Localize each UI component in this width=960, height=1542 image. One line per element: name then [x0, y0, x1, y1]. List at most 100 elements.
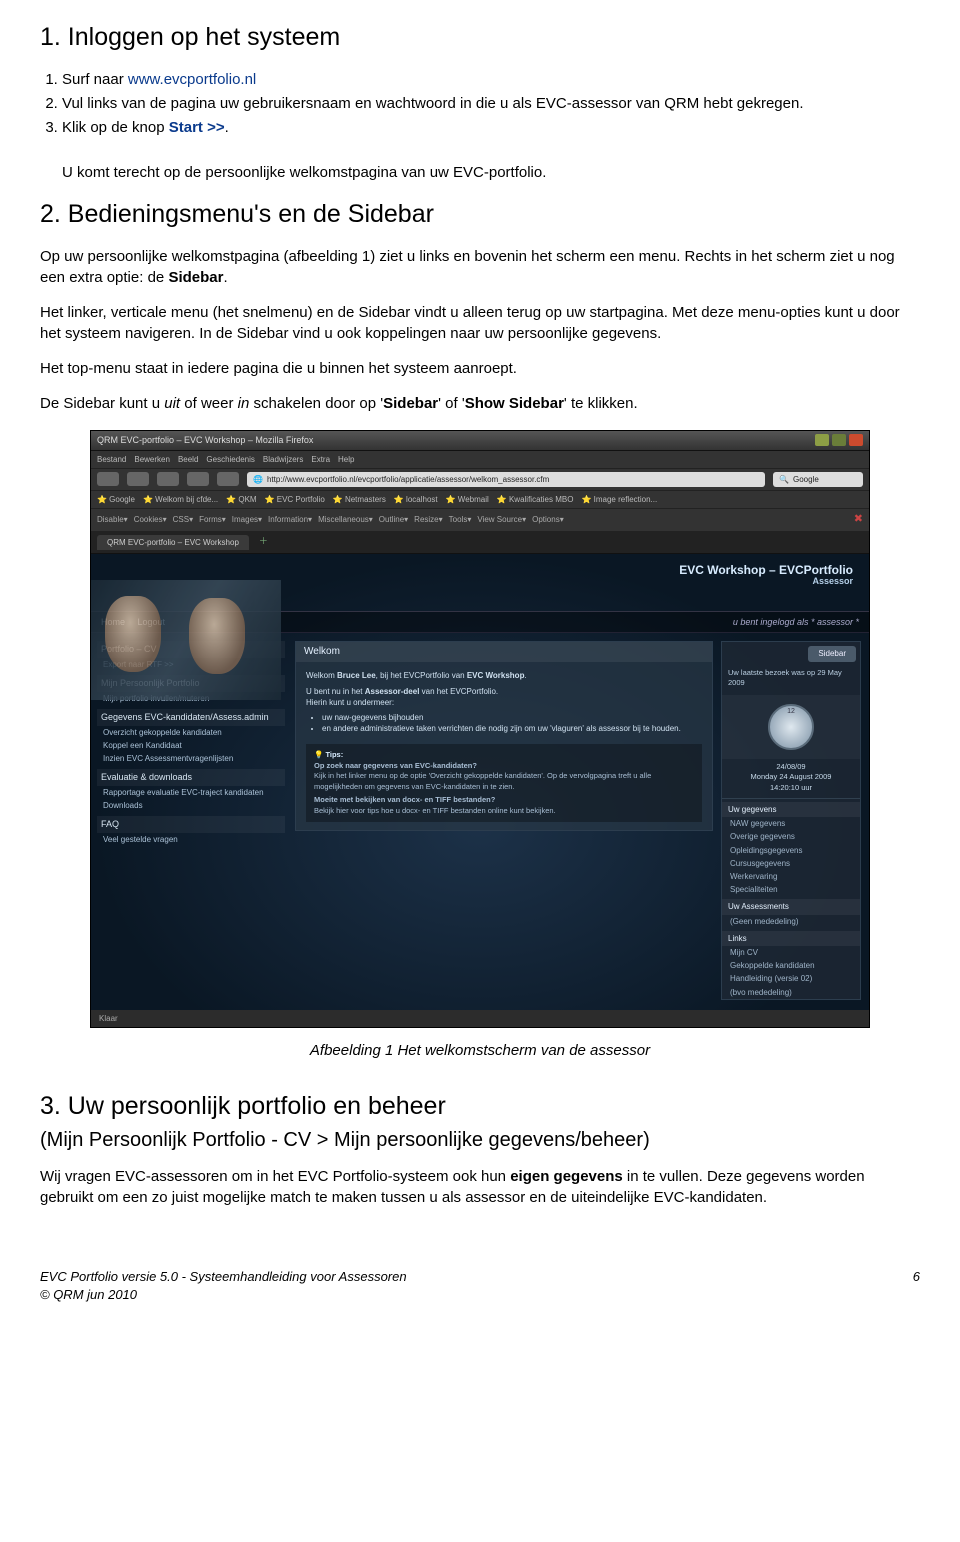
snelmenu-item[interactable]: Veel gestelde vragen [97, 833, 285, 846]
wl2c: van het EVCPortfolio. [419, 687, 498, 696]
search-box[interactable]: 🔍 Google [773, 472, 863, 487]
snelmenu-item[interactable]: Rapportage evaluatie EVC-traject kandida… [97, 786, 285, 799]
search-engine-name: Google [793, 474, 819, 485]
footer-doc-title: EVC Portfolio versie 5.0 - Systeemhandle… [40, 1268, 407, 1286]
figure-caption: Afbeelding 1 Het welkomstscherm van de a… [40, 1040, 920, 1061]
menu-extra[interactable]: Extra [311, 454, 330, 465]
window-minimize-button[interactable] [815, 434, 829, 446]
snelmenu-item[interactable]: Inzien EVC Assessmentvragenlijsten [97, 752, 285, 765]
bookmark-item[interactable]: ⭐ localhost [394, 494, 438, 505]
browser-statusbar: Klaar [91, 1010, 869, 1027]
sidebar-link[interactable]: Specialiteiten [722, 883, 860, 896]
devtools-css[interactable]: CSS▾ [173, 514, 193, 525]
devtools-miscellaneous[interactable]: Miscellaneous▾ [318, 514, 373, 525]
face-image-1 [105, 596, 161, 672]
snelmenu-item[interactable]: Koppel een Kandidaat [97, 739, 285, 752]
menu-beeld[interactable]: Beeld [178, 454, 198, 465]
browser-tab[interactable]: QRM EVC-portfolio – EVC Workshop [97, 535, 249, 550]
devtools-close-icon[interactable]: ✖ [854, 512, 863, 527]
menu-help[interactable]: Help [338, 454, 354, 465]
welkom-panel: Welkom Welkom Bruce Lee, bij het EVCPort… [295, 641, 713, 831]
back-button[interactable] [97, 472, 119, 486]
wl2b: Assessor-deel [365, 687, 420, 696]
sidebar-link[interactable]: Cursusgegevens [722, 857, 860, 870]
snelmenu-item[interactable]: Downloads [97, 799, 285, 812]
s2p4c: of weer [180, 395, 238, 412]
sidebar-link[interactable]: (bvo mededeling) [722, 986, 860, 999]
wl2a: U bent nu in het [306, 687, 365, 696]
s2p4i: ' te klikken. [564, 395, 638, 412]
sidebar-link[interactable]: NAW gegevens [722, 817, 860, 830]
tip2-head: Moeite met bekijken van docx- en TIFF be… [314, 795, 495, 804]
s2p1b: Sidebar [168, 269, 223, 286]
devtools-outline[interactable]: Outline▾ [379, 514, 408, 525]
s2p4f: Sidebar [383, 395, 438, 412]
bookmark-item[interactable]: ⭐ QKM [226, 494, 256, 505]
s2p1c: . [223, 269, 227, 286]
welkom-title: Welkom [296, 642, 712, 662]
wl1a: Welkom [306, 671, 337, 680]
address-bar[interactable]: 🌐 http://www.evcportfolio.nl/evcportfoli… [247, 472, 765, 487]
bookmark-item[interactable]: ⭐ Welkom bij cfde... [143, 494, 218, 505]
header-photo [91, 580, 281, 700]
snelmenu-head[interactable]: Gegevens EVC-kandidaten/Assess.admin [97, 709, 285, 726]
app-viewport: EVC Workshop – EVCPortfolio Assessor Hom… [91, 554, 869, 1010]
snelmenu-head[interactable]: Evaluatie & downloads [97, 769, 285, 786]
bookmark-item[interactable]: ⭐ Netmasters [333, 494, 386, 505]
new-tab-button[interactable]: ＋ [259, 535, 268, 550]
sidebar-link[interactable]: Gekoppelde kandidaten [722, 959, 860, 972]
browser-menubar: Bestand Bewerken Beeld Geschiedenis Bladwijz… [91, 451, 869, 469]
login-steps: Surf naar www.evcportfolio.nl Vul links … [62, 69, 920, 138]
devtools-disable[interactable]: Disable▾ [97, 514, 128, 525]
devtools-forms[interactable]: Forms▾ [199, 514, 226, 525]
sidebar-link[interactable]: Opleidingsgegevens [722, 844, 860, 857]
footer-copyright: © QRM jun 2010 [40, 1286, 407, 1304]
stop-button[interactable] [187, 472, 209, 486]
bookmarks-bar: ⭐ Google ⭐ Welkom bij cfde... ⭐ QKM ⭐ EVC P… [91, 491, 869, 509]
section3-subtitle: (Mijn Persoonlijk Portfolio - CV > Mijn … [40, 1126, 920, 1154]
devtools-images[interactable]: Images▾ [232, 514, 262, 525]
snelmenu-head[interactable]: FAQ [97, 816, 285, 833]
link-evcportfolio[interactable]: www.evcportfolio.nl [128, 71, 256, 88]
section2-p4: De Sidebar kunt u uit of weer in schakel… [40, 393, 920, 414]
tips-head-text: Tips: [325, 750, 343, 759]
wl1d: EVC Workshop [467, 671, 525, 680]
step3-pre: Klik op de knop [62, 119, 169, 136]
menu-bladwijzers[interactable]: Bladwijzers [263, 454, 303, 465]
sidebar-link[interactable]: Werkervaring [722, 870, 860, 883]
section1-title: 1. Inloggen op het systeem [40, 20, 920, 55]
welkom-bullet: en andere administratieve taken verricht… [322, 723, 702, 734]
start-button-label: Start >> [169, 119, 225, 136]
sidebar-link[interactable]: (Geen mededeling) [722, 915, 860, 928]
devtools-view source[interactable]: View Source▾ [477, 514, 526, 525]
bookmark-item[interactable]: ⭐ Image reflection... [581, 494, 657, 505]
devtools-tools[interactable]: Tools▾ [449, 514, 472, 525]
devtools-options[interactable]: Options▾ [532, 514, 564, 525]
reload-button[interactable] [157, 472, 179, 486]
devtools-cookies[interactable]: Cookies▾ [134, 514, 167, 525]
snelmenu-item[interactable]: Overzicht gekoppelde kandidaten [97, 726, 285, 739]
sidebar-toggle-button[interactable]: Sidebar [808, 646, 856, 661]
menu-geschiedenis[interactable]: Geschiedenis [206, 454, 254, 465]
sidebar-clock: 12 [722, 695, 860, 759]
sidebar-link[interactable]: Handleiding (versie 02) [722, 972, 860, 985]
bookmark-item[interactable]: ⭐ Webmail [446, 494, 489, 505]
bookmark-item[interactable]: ⭐ EVC Portfolio [265, 494, 325, 505]
home-button[interactable] [217, 472, 239, 486]
bookmark-item[interactable]: ⭐ Kwalificaties MBO [497, 494, 574, 505]
step-3: Klik op de knop Start >>. [62, 117, 920, 138]
bookmark-item[interactable]: ⭐ Google [97, 494, 135, 505]
wl3: Hierin kunt u ondermeer: [306, 697, 702, 708]
devtools-information[interactable]: Information▾ [268, 514, 312, 525]
sidebar-block-head: Links [722, 931, 860, 946]
forward-button[interactable] [127, 472, 149, 486]
window-maximize-button[interactable] [832, 434, 846, 446]
step1-pre: Surf naar [62, 71, 128, 88]
sidebar-link[interactable]: Overige gegevens [722, 830, 860, 843]
menu-bewerken[interactable]: Bewerken [134, 454, 170, 465]
menu-bestand[interactable]: Bestand [97, 454, 126, 465]
screenshot-figure: QRM EVC-portfolio – EVC Workshop – Mozil… [40, 430, 920, 1028]
sidebar-link[interactable]: Mijn CV [722, 946, 860, 959]
devtools-resize[interactable]: Resize▾ [414, 514, 442, 525]
window-close-button[interactable] [849, 434, 863, 446]
